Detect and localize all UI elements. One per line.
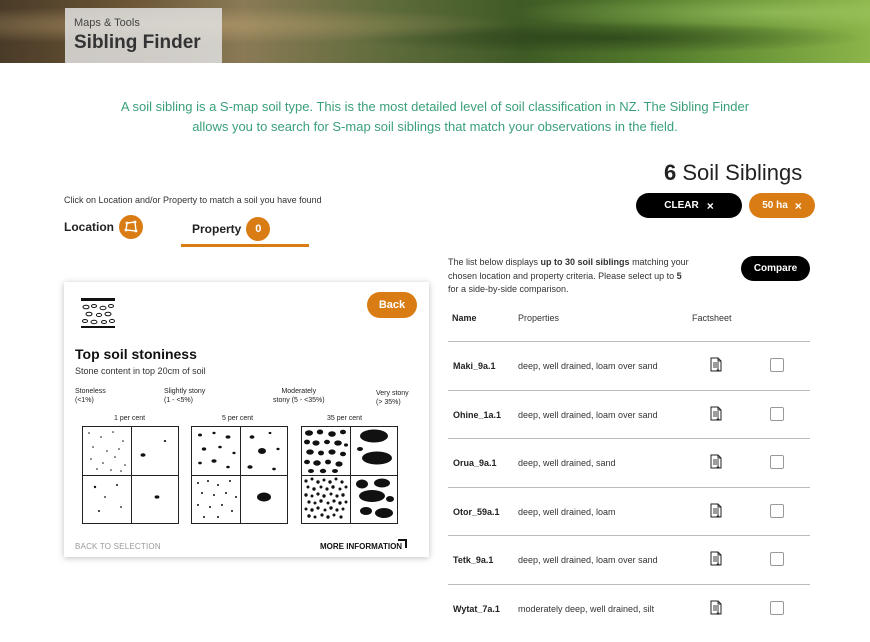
compare-checkbox[interactable] (770, 503, 784, 518)
breadcrumb[interactable]: Maps & Tools (74, 17, 222, 29)
sibling-name[interactable]: Maki_9a.1 (453, 361, 496, 371)
clear-label: CLEAR (664, 200, 699, 211)
page-title-box: Maps & Tools Sibling Finder (65, 8, 222, 63)
stone-chart-5-percent (191, 426, 288, 524)
tab-property-label: Property (192, 222, 242, 236)
intro-text: A soil sibling is a S-map soil type. Thi… (120, 99, 750, 134)
factsheet-icon[interactable] (710, 406, 722, 421)
panel-description: Stone content in top 20cm of soil (75, 366, 206, 376)
property-count-badge: 0 (246, 217, 271, 241)
panel-title: Top soil stoniness (75, 346, 197, 362)
stone-chart-1-percent (82, 426, 179, 524)
compare-checkbox[interactable] (770, 552, 784, 567)
back-button[interactable]: Back (367, 292, 417, 318)
sibling-name[interactable]: Ohine_1a.1 (453, 410, 501, 420)
factsheet-icon[interactable] (710, 357, 722, 372)
percent-label: 5 per cent (222, 415, 254, 422)
category-very-stony: Very stony (> 35%) (376, 390, 409, 406)
sibling-properties: moderately deep, well drained, silt (518, 604, 655, 614)
area-label: 50 ha (762, 200, 788, 211)
table-row: Tetk_9a.1 deep, well drained, loam over s… (448, 535, 810, 583)
category-moderately-stony: Moderately stony (5 - <35%) (273, 388, 325, 404)
results-count: 6 Soil Siblings (664, 160, 802, 186)
active-tab-indicator (181, 244, 309, 247)
sibling-name[interactable]: Tetk_9a.1 (453, 555, 493, 565)
sibling-name[interactable]: Wytat_7a.1 (453, 604, 500, 614)
table-row: Orua_9a.1 deep, well drained, sand (448, 438, 810, 486)
sibling-properties: deep, well drained, loam over sand (518, 555, 658, 566)
list-info-text: The list below displays up to 30 soil si… (448, 257, 689, 294)
clear-button[interactable]: CLEAR × (636, 193, 742, 218)
compare-checkbox[interactable] (770, 601, 784, 615)
factsheet-icon[interactable] (710, 551, 722, 567)
category-stoneless: Stoneless (<1%) (75, 388, 106, 404)
compare-checkbox[interactable] (770, 455, 784, 470)
compare-checkbox[interactable] (770, 406, 784, 421)
column-header-properties: Properties (518, 313, 560, 323)
column-header-factsheet: Factsheet (692, 313, 732, 323)
compare-checkbox[interactable] (770, 358, 784, 372)
stone-chart-35-percent (301, 426, 398, 524)
close-icon: × (794, 198, 802, 213)
column-header-name: Name (452, 313, 477, 323)
soil-stoniness-icon (81, 298, 115, 328)
sibling-properties: deep, well drained, sand (518, 458, 616, 469)
table-row: Wytat_7a.1 moderately deep, well drained,… (448, 584, 810, 632)
category-slightly-stony: Slightly stony (1 - <5%) (164, 388, 206, 404)
sibling-properties: deep, well drained, loam (518, 506, 616, 517)
arrow-up-right-icon[interactable] (398, 539, 407, 548)
sibling-properties: deep, well drained, loam over sand (518, 361, 658, 371)
sibling-name[interactable]: Otor_59a.1 (453, 507, 500, 517)
results-number: 6 (664, 160, 677, 185)
percent-label: 1 per cent (114, 415, 146, 422)
percent-label: 35 per cent (327, 415, 363, 422)
results-label: Soil Siblings (682, 160, 803, 185)
close-icon: × (706, 198, 714, 213)
table-row: Maki_9a.1 deep, well drained, loam over s… (448, 341, 810, 389)
back-to-selection-link[interactable]: BACK TO SELECTION (75, 542, 161, 551)
factsheet-icon[interactable] (710, 600, 722, 615)
factsheet-icon[interactable] (710, 454, 722, 469)
compare-button[interactable]: Compare (741, 256, 810, 281)
map-polygon-icon (119, 215, 143, 239)
area-filter-button[interactable]: 50 ha × (749, 193, 815, 218)
tab-property[interactable]: Property 0 (192, 217, 271, 241)
hint-text: Click on Location and/or Property to mat… (64, 195, 322, 205)
sibling-name[interactable]: Orua_9a.1 (453, 458, 497, 468)
page-title: Sibling Finder (74, 32, 201, 53)
more-information-link[interactable]: MORE INFORMATION (320, 542, 402, 551)
property-panel: Back Top soil stoniness Stone content in… (64, 282, 429, 557)
tab-location-label: Location (64, 220, 114, 234)
table-row: Ohine_1a.1 deep, well drained, loam over … (448, 389, 810, 438)
tab-location[interactable]: Location (64, 215, 143, 239)
factsheet-icon[interactable] (710, 503, 722, 518)
sibling-properties: deep, well drained, loam over sand (518, 409, 658, 420)
table-row: Otor_59a.1 deep, well drained, loam (448, 486, 810, 535)
